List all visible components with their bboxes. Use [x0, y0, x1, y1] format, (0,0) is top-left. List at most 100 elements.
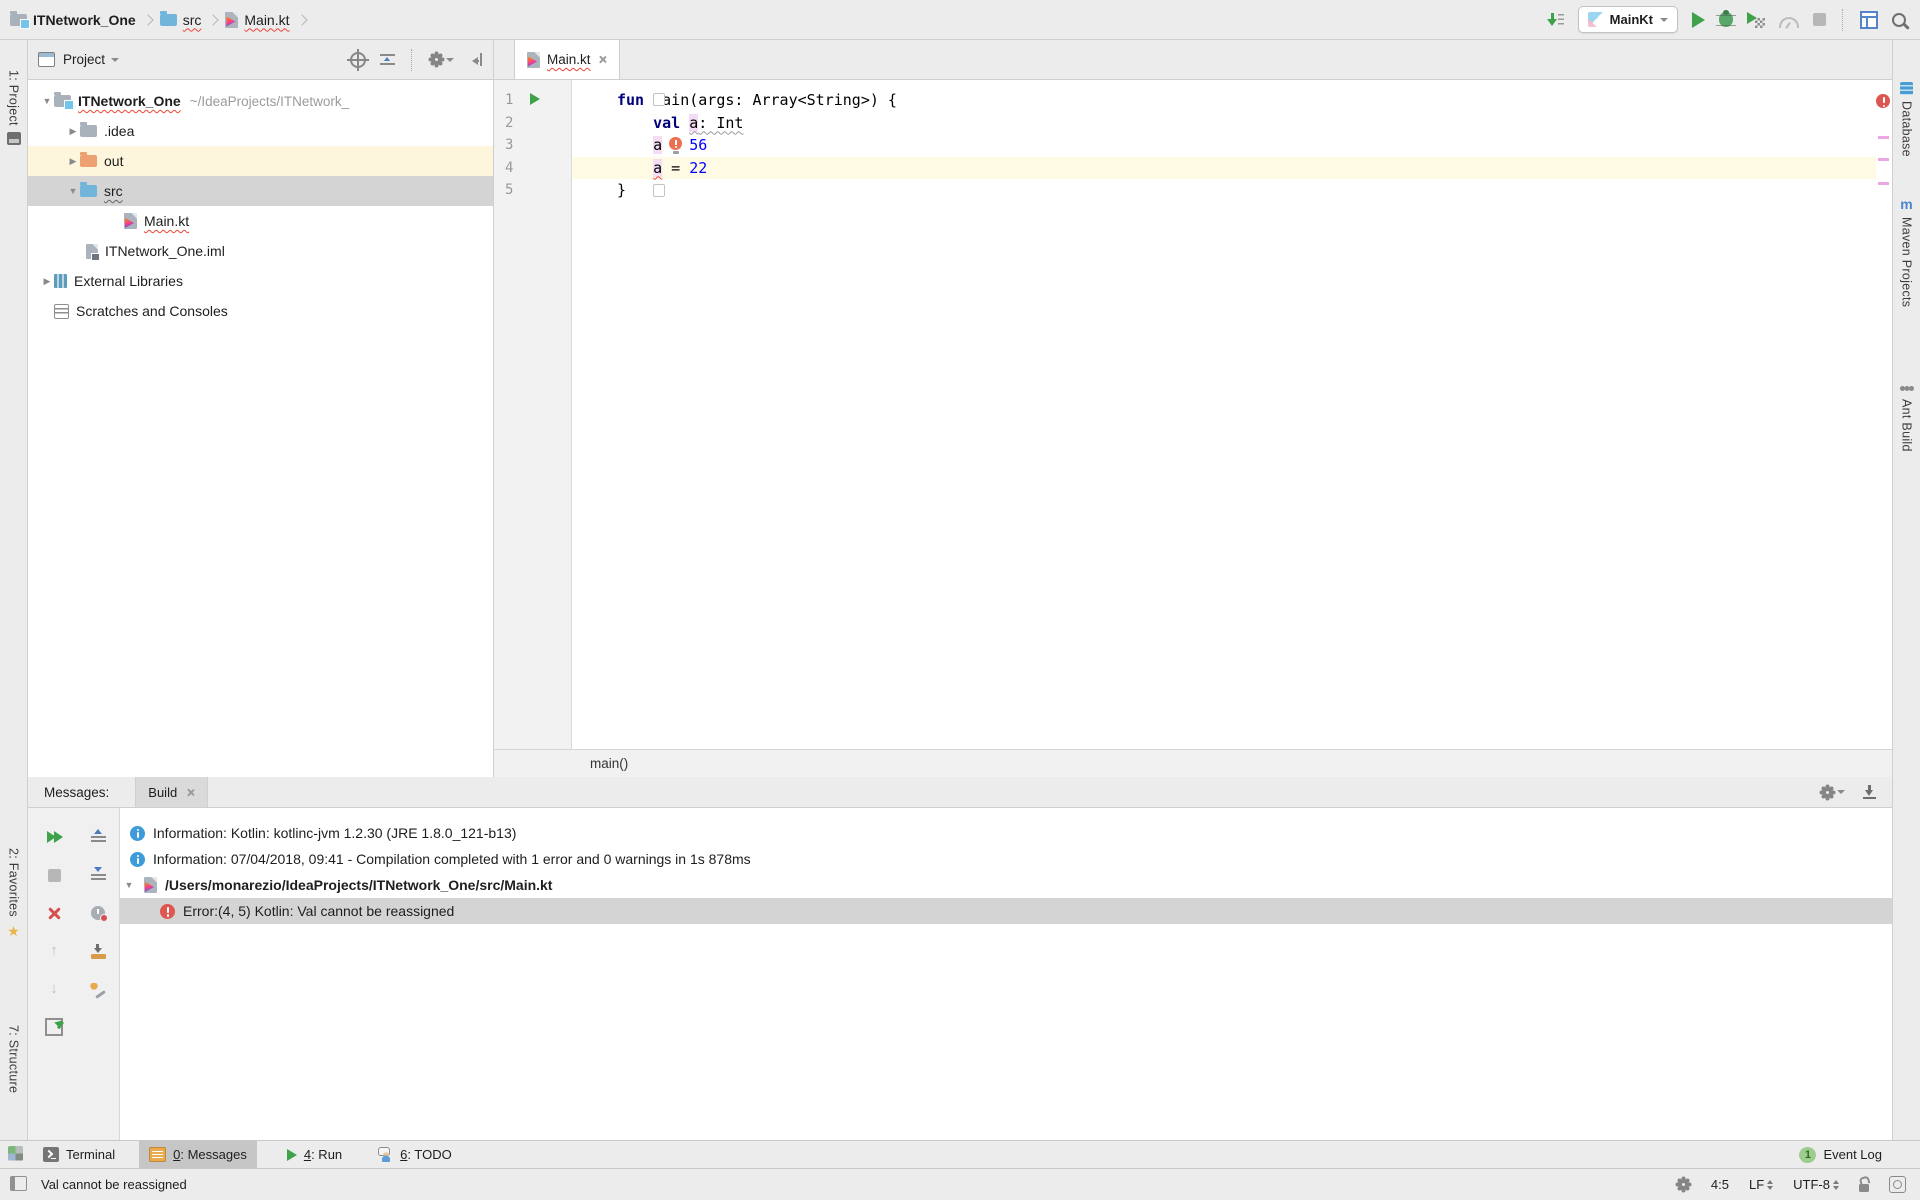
messages-icon [149, 1147, 167, 1162]
tool-button-ant[interactable]: Ant Build [1893, 385, 1920, 452]
code-area[interactable]: fun main(args: Array<String>) { val a: I… [572, 80, 1876, 749]
breadcrumb-src[interactable]: src [159, 10, 202, 28]
chevron-collapsed-icon[interactable]: ▶ [66, 156, 80, 167]
tool-button-messages[interactable]: 0: Messages [139, 1141, 257, 1168]
locate-file-icon[interactable] [347, 48, 369, 71]
messages-header: Messages: Build [28, 777, 1892, 808]
compiler-settings-button[interactable] [88, 980, 108, 998]
restore-layout-icon[interactable] [1860, 10, 1878, 29]
chevron-expanded-icon[interactable]: ▼ [122, 880, 136, 890]
background-tasks-icon[interactable] [1676, 1177, 1691, 1192]
stripe-mark[interactable] [1878, 136, 1889, 139]
expand-all-button[interactable] [88, 828, 108, 846]
kotlin-file-icon [124, 213, 137, 229]
tool-button-terminal[interactable]: Terminal [33, 1141, 125, 1168]
toolwindow-toggle-icon[interactable] [10, 1175, 27, 1194]
chevron-expanded-icon[interactable]: ▼ [40, 96, 54, 106]
tree-row-iml[interactable]: ITNetwork_One.iml [28, 236, 493, 266]
tree-row-idea[interactable]: ▶ .idea [28, 116, 493, 146]
code-editor[interactable]: 1 2 3 4 5 fun main(args: Array<String>) … [494, 80, 1892, 777]
message-row-file[interactable]: ▼ /Users/monarezio/IdeaProjects/ITNetwor… [120, 872, 1892, 898]
update-project-icon[interactable] [1546, 12, 1564, 28]
tool-button-database[interactable]: Database [1893, 82, 1920, 157]
secondary-strip: Project Main.kt [28, 40, 1920, 80]
tool-button-favorites[interactable]: 2: Favorites ★ [0, 848, 27, 940]
tree-row-out[interactable]: ▶ out [28, 146, 493, 176]
right-tool-stripe: Database m Maven Projects Ant Build [1892, 40, 1920, 1140]
identifier-a-error: a [653, 158, 663, 177]
file-error-indicator-icon[interactable] [1876, 94, 1890, 108]
tool-button-project[interactable]: 1: Project [0, 70, 27, 145]
close-panel-button[interactable] [44, 904, 64, 922]
message-row-error[interactable]: Error:(4, 5) Kotlin: Val cannot be reass… [120, 898, 1892, 924]
error-lightbulb-icon[interactable] [668, 137, 683, 154]
run-label: 4: Run [303, 1147, 343, 1162]
chevron-down-icon[interactable] [111, 57, 120, 66]
highlighting-level-icon[interactable] [1889, 1176, 1906, 1193]
stripe-mark[interactable] [1878, 158, 1889, 161]
encoding-widget[interactable]: UTF-8 [1793, 1177, 1839, 1192]
hide-panel-icon[interactable] [468, 53, 483, 66]
project-settings-button[interactable] [429, 52, 454, 67]
tool-button-maven[interactable]: m Maven Projects [1893, 197, 1920, 307]
debug-button[interactable] [1716, 10, 1736, 27]
code-line-3: a = 56 [572, 134, 1876, 157]
stripe-mark[interactable] [1878, 182, 1889, 185]
run-button[interactable] [1692, 11, 1705, 28]
build-tab[interactable]: Build [135, 777, 209, 807]
chevron-collapsed-icon[interactable]: ▶ [40, 276, 54, 287]
scroll-to-end-button[interactable] [88, 942, 108, 960]
collapse-all-icon[interactable] [380, 52, 395, 67]
tree-row-scratches[interactable]: Scratches and Consoles [28, 296, 493, 326]
export-log-icon[interactable] [1863, 785, 1876, 799]
editor-breadcrumb-function[interactable]: main() [590, 756, 628, 771]
fold-region-start-icon[interactable] [653, 93, 665, 106]
project-view-icon [38, 52, 55, 67]
navigation-bar: ITNetwork_One src Main.kt MainKt [0, 0, 1920, 40]
chevron-expanded-icon[interactable]: ▼ [66, 186, 80, 196]
status-message: Val cannot be reassigned [41, 1177, 187, 1192]
breadcrumb-file[interactable]: Main.kt [225, 11, 290, 28]
run-configuration-select[interactable]: MainKt [1577, 6, 1678, 33]
readonly-lock-icon[interactable] [1859, 1183, 1869, 1192]
tool-window-switcher-icon[interactable] [8, 1145, 23, 1164]
tree-row-src[interactable]: ▼ src [28, 176, 493, 206]
tool-button-structure[interactable]: 7: Structure [0, 1025, 27, 1093]
tree-row-project-root[interactable]: ▼ ITNetwork_One ~/IdeaProjects/ITNetwork… [28, 86, 493, 116]
message-file-path: /Users/monarezio/IdeaProjects/ITNetwork_… [165, 877, 553, 893]
line-number: 3 [505, 137, 514, 153]
code-text: : Int [698, 113, 744, 132]
run-gutter-icon[interactable] [530, 93, 540, 105]
breadcrumb-src-label: src [182, 11, 202, 28]
run-with-coverage-button[interactable] [1747, 11, 1765, 28]
terminal-icon [43, 1147, 59, 1162]
message-row-info-1[interactable]: Information: Kotlin: kotlinc-jvm 1.2.30 … [120, 820, 1892, 846]
hide-warnings-button[interactable] [88, 904, 108, 922]
collapse-all-button[interactable] [88, 866, 108, 884]
ant-icon [1899, 385, 1914, 393]
terminal-label: Terminal [66, 1147, 116, 1162]
close-tab-icon[interactable] [598, 55, 607, 64]
rerun-build-button[interactable] [44, 828, 64, 846]
tool-button-run[interactable]: 4: Run [277, 1141, 352, 1168]
fold-region-end-icon[interactable] [653, 184, 665, 197]
editor-tab-mainkt[interactable]: Main.kt [514, 40, 620, 79]
search-everywhere-icon[interactable] [1892, 12, 1906, 27]
messages-settings-button[interactable] [1820, 785, 1845, 800]
breadcrumb-project[interactable]: ITNetwork_One [10, 10, 136, 29]
tree-row-external-libraries[interactable]: ▶ External Libraries [28, 266, 493, 296]
close-tab-icon[interactable] [186, 788, 195, 797]
tool-button-todo[interactable]: 6: TODO [368, 1141, 462, 1168]
project-tool-header: Project [28, 40, 494, 79]
export-to-file-button[interactable] [44, 1018, 64, 1036]
line-number: 2 [505, 114, 514, 131]
kotlin-file-icon [144, 877, 157, 893]
line-separator-widget[interactable]: LF [1749, 1177, 1773, 1192]
tree-row-mainkt[interactable]: Main.kt [28, 206, 493, 236]
message-row-info-2[interactable]: Information: 07/04/2018, 09:41 - Compila… [120, 846, 1892, 872]
caret-position-widget[interactable]: 4:5 [1711, 1177, 1729, 1192]
tool-button-ant-label: Ant Build [1899, 399, 1914, 452]
event-log-button[interactable]: 1 Event Log [1789, 1141, 1892, 1168]
chevron-collapsed-icon[interactable]: ▶ [66, 126, 80, 137]
